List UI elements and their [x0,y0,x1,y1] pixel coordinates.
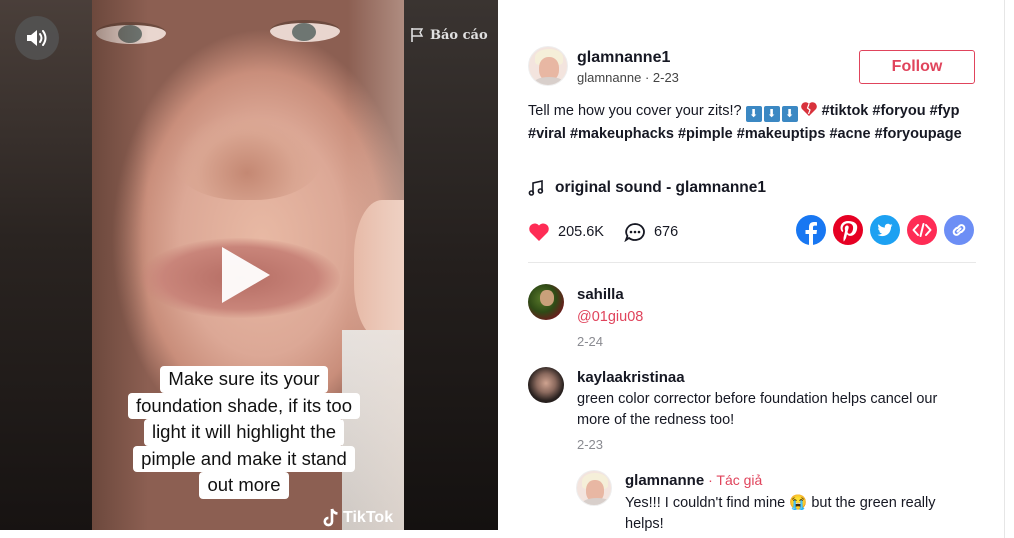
down-arrow-emoji: ⬇ [763,106,780,122]
reply-item: glamnanne · Tác giả Yes!!! I couldn't fi… [576,470,976,538]
video-caption: Make sure its your foundation shade, if … [110,366,378,499]
divider [528,262,976,263]
reply-username[interactable]: glamnanne [625,472,704,489]
tiktok-logo-icon [323,508,338,527]
crying-emoji: 😭 [789,495,808,511]
sound-toggle-button[interactable] [15,16,59,60]
commenter-username[interactable]: kaylaakristinaa [577,369,685,386]
hashtag[interactable]: #viral [528,126,566,142]
report-label: Báo cáo [430,27,488,43]
author-avatar[interactable] [528,46,568,86]
embed-share-button[interactable] [907,215,937,245]
broken-heart-emoji-icon [800,102,817,116]
video-description: Tell me how you cover your zits!? ⬇ ⬇ ⬇ #t… [528,100,978,146]
author-badge: Tác giả [716,472,763,488]
hashtag[interactable]: #foryou [872,103,925,119]
video-blur-right [404,0,498,530]
sound-label: original sound - glamnanne1 [555,179,766,196]
report-button[interactable]: Báo cáo [410,26,488,44]
commenter-avatar[interactable] [528,367,564,403]
commenter-username[interactable]: sahilla [577,286,624,303]
down-arrow-emoji: ⬇ [745,106,762,122]
hashtag[interactable]: #makeuphacks [570,126,674,142]
comment-count: 676 [653,224,679,240]
caption-line: foundation shade, if its too [128,392,360,419]
video-player[interactable]: Make sure its your foundation shade, if … [0,0,498,530]
reply-separator: · [704,472,717,488]
video-blur-left [0,0,92,530]
engagement-stats: 205.6K 676 [528,220,698,244]
caption-line: light it will highlight the [143,419,345,446]
follow-button[interactable]: Follow [859,50,975,84]
twitter-share-button[interactable] [870,215,900,245]
comment-date: 2-24 [577,334,604,349]
panel-border [1004,0,1005,538]
speaker-icon [27,30,47,46]
comment-item: sahilla @01giu08 2-24 [528,284,978,354]
flag-icon [411,28,424,42]
hashtag[interactable]: #acne [829,126,870,142]
music-note-icon [528,180,544,196]
play-icon[interactable] [222,247,270,303]
comment-date: 2-23 [577,437,604,452]
caption-line: pimple and make it stand [133,445,355,472]
tiktok-video-page: Make sure its your foundation shade, if … [0,0,1014,538]
twitter-share-icon [877,223,893,237]
hashtag[interactable]: #foryoupage [875,126,962,142]
share-buttons [796,215,974,245]
commenter-avatar[interactable] [528,284,564,320]
reply-header: glamnanne · Tác giả [625,472,762,489]
author-username[interactable]: glamnanne1 [577,49,670,67]
facebook-share-button[interactable] [796,215,826,245]
reply-text-start: Yes!!! I couldn't find mine [625,495,790,511]
pinterest-share-button[interactable] [833,215,863,245]
description-text: Tell me how you cover your zits!? [528,103,746,119]
heart-icon [529,223,549,241]
hashtag[interactable]: #tiktok [822,103,869,119]
like-stat[interactable]: 205.6K [528,222,604,242]
comment-mention[interactable]: @01giu08 [577,307,643,328]
facebook-share-icon [805,222,817,245]
tiktok-watermark: TikTok [322,508,393,528]
author-nickname: glamnanne [577,70,642,85]
hashtag[interactable]: #fyp [930,103,960,119]
post-date: 2-23 [652,70,679,85]
meta-separator: · [641,70,653,85]
comment-item: kaylaakristinaa green color corrector be… [528,367,978,457]
hashtag[interactable]: #pimple [678,126,733,142]
video-info-panel: glamnanne1 glamnanne · 2-23 Follow Tell … [498,0,1014,538]
copy-link-button[interactable] [944,215,974,245]
down-arrow-emoji: ⬇ [781,106,798,122]
caption-line: Make sure its your [160,366,328,393]
comment-icon [624,223,645,242]
embed-share-icon [912,223,932,237]
comment-stat[interactable]: 676 [624,222,678,242]
reply-text: Yes!!! I couldn't find mine 😭 but the gr… [625,493,970,535]
author-meta: glamnanne · 2-23 [577,70,679,85]
comment-text: green color corrector before foundation … [577,391,938,428]
reply-avatar[interactable] [576,470,612,506]
original-sound-link[interactable]: original sound - glamnanne1 [528,177,766,199]
caption-line: out more [199,472,289,499]
copy-link-icon [952,224,966,236]
pinterest-share-icon [840,221,858,242]
hashtag[interactable]: #makeuptips [737,126,826,142]
like-count: 205.6K [558,224,604,240]
watermark-label: TikTok [343,509,394,526]
